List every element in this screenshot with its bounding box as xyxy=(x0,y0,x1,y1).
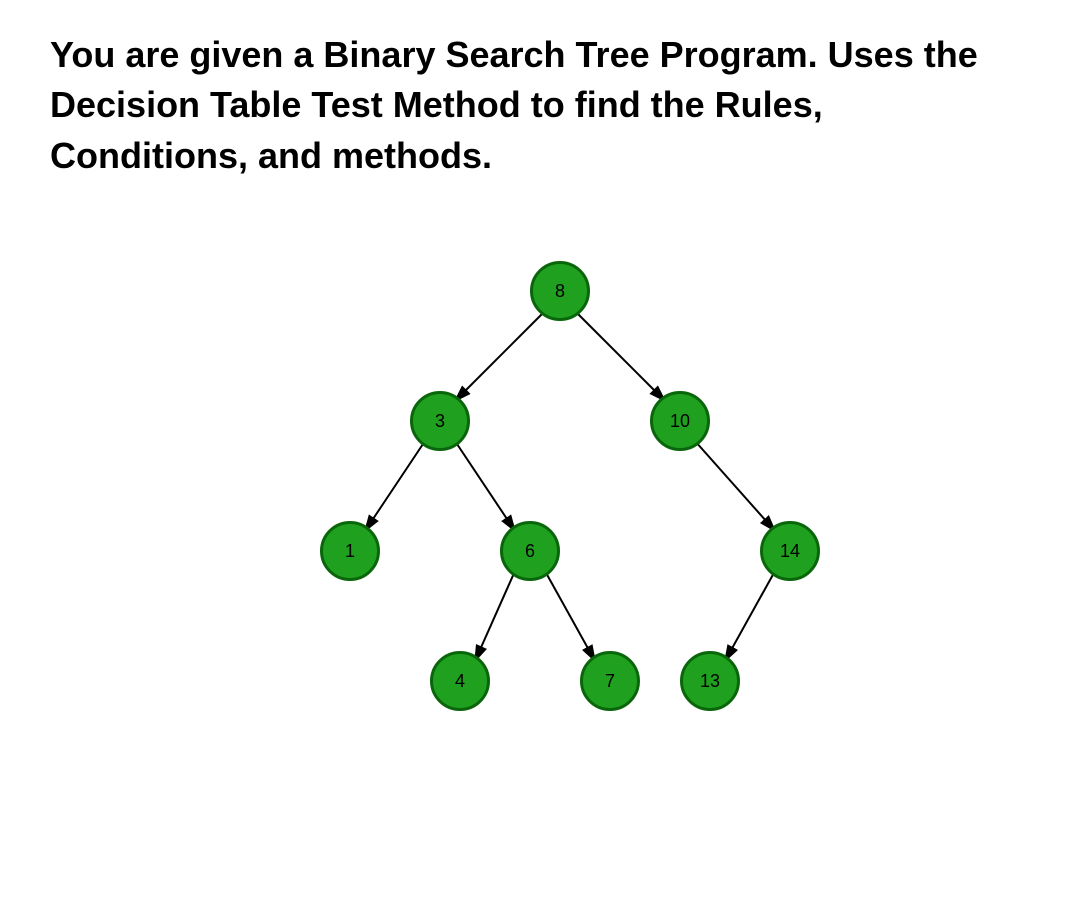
tree-node-root: 8 xyxy=(530,261,590,321)
binary-search-tree-diagram: 8 3 10 1 6 14 4 7 13 xyxy=(230,241,930,741)
tree-node: 4 xyxy=(430,651,490,711)
tree-node: 7 xyxy=(580,651,640,711)
tree-node: 1 xyxy=(320,521,380,581)
tree-node: 6 xyxy=(500,521,560,581)
tree-edges xyxy=(230,241,930,741)
tree-node: 3 xyxy=(410,391,470,451)
tree-node: 14 xyxy=(760,521,820,581)
tree-node: 13 xyxy=(680,651,740,711)
question-text: You are given a Binary Search Tree Progr… xyxy=(50,30,1030,181)
tree-node: 10 xyxy=(650,391,710,451)
